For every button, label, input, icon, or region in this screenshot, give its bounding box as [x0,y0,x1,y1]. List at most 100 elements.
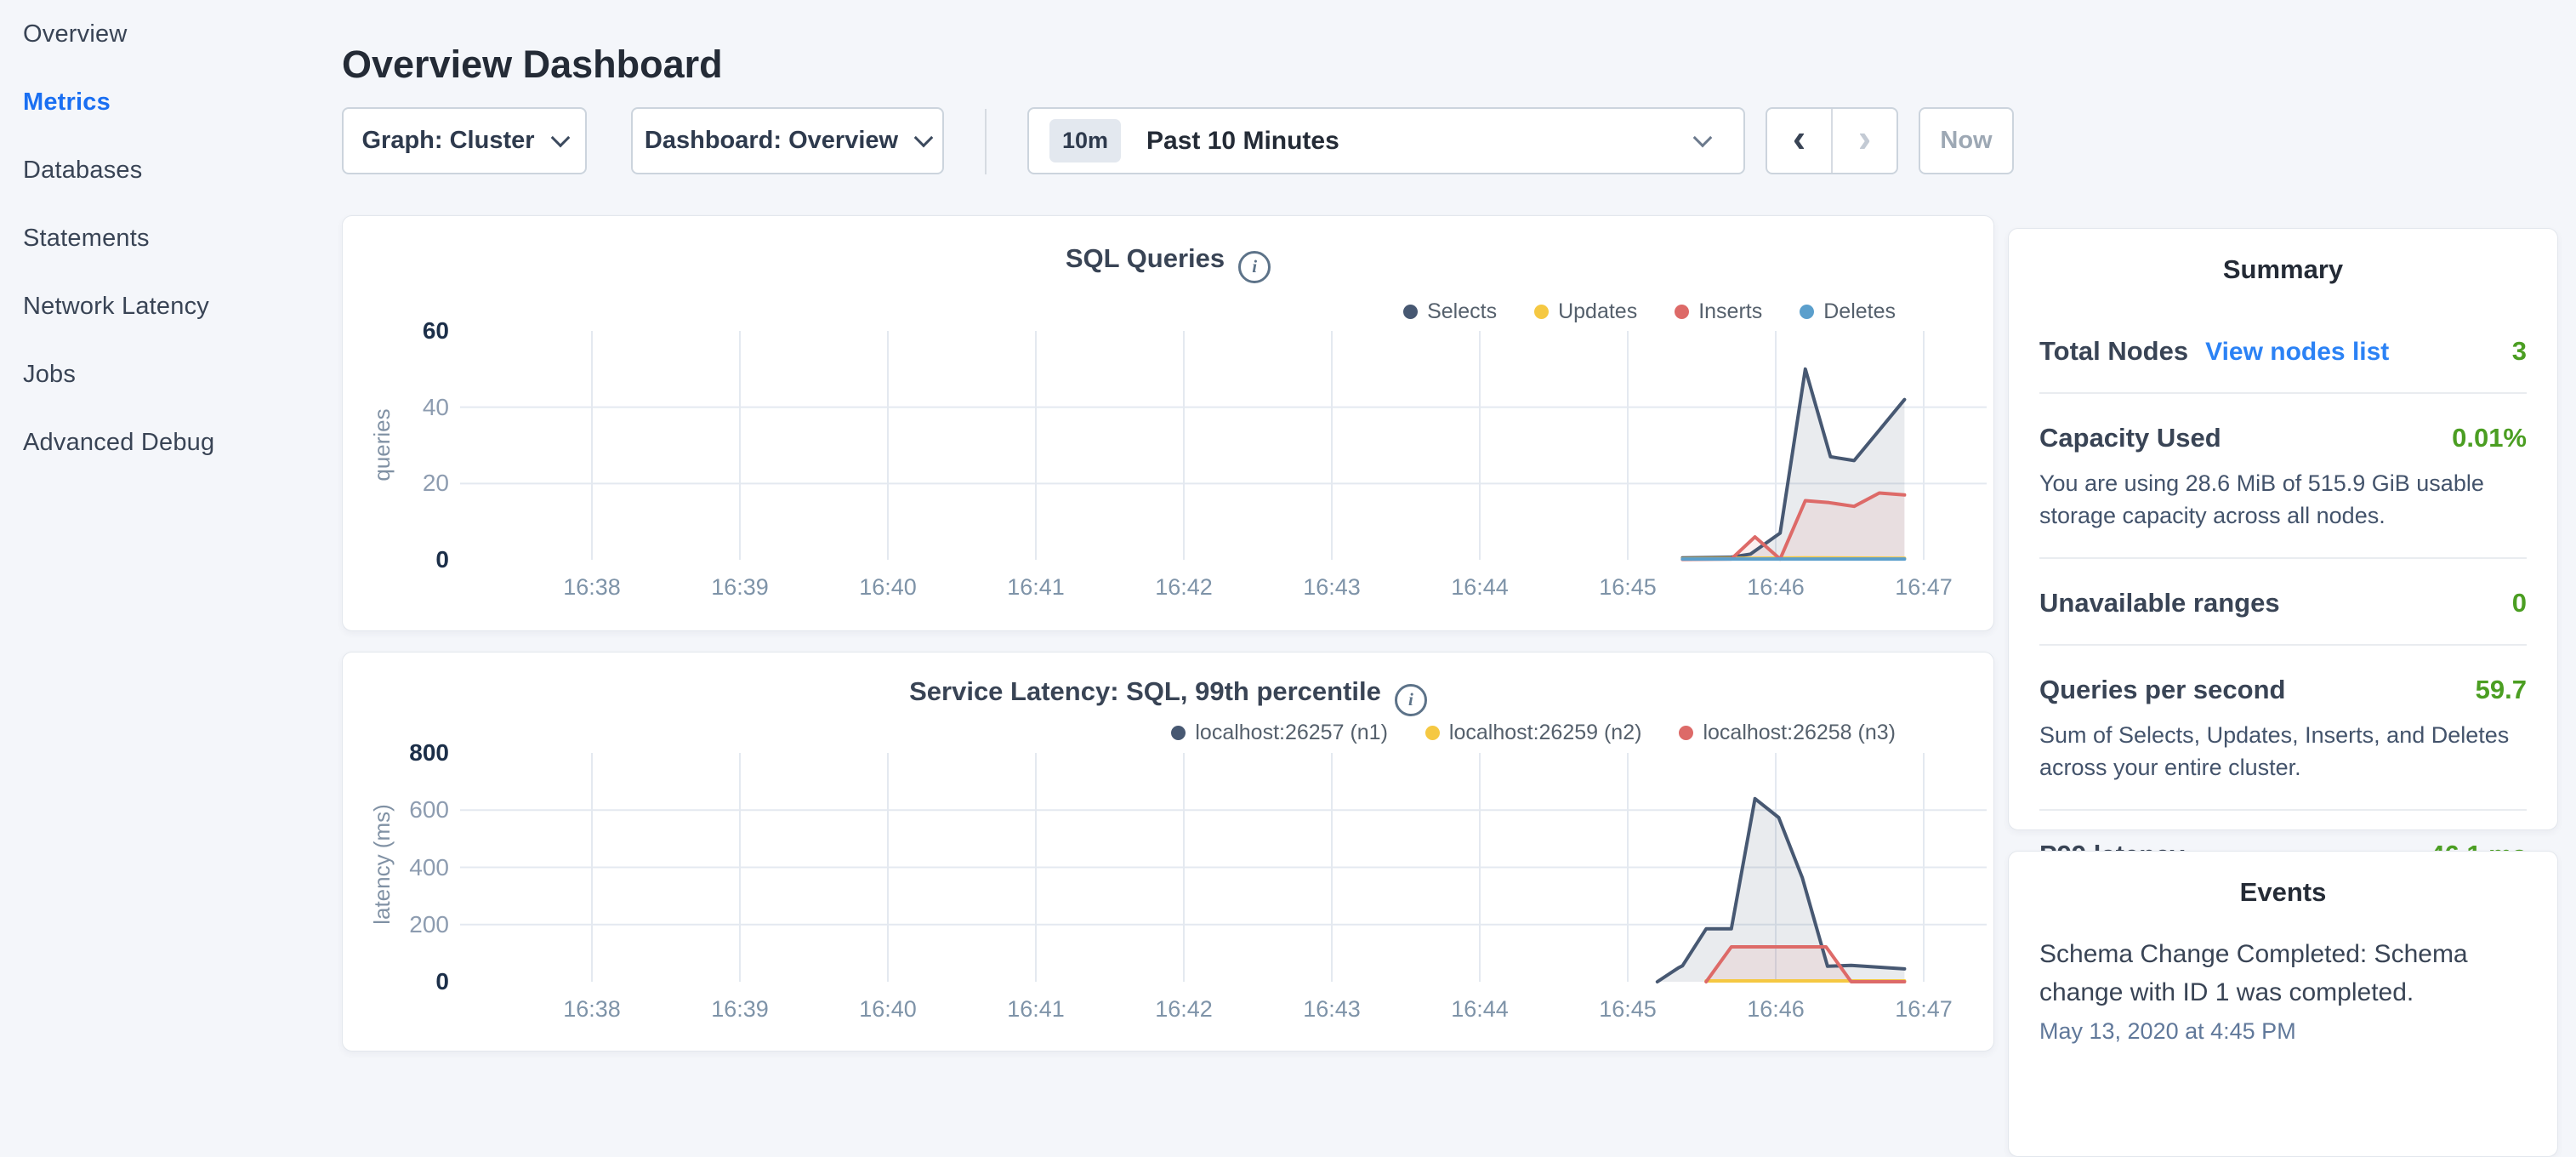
summary-panel: Summary Total Nodes View nodes list 3 Ca… [2008,228,2558,830]
legend-dot-icon [1800,305,1814,319]
legend-item-selects: Selects [1403,299,1497,324]
x-axis-tick: 16:44 [1412,573,1548,601]
chart-legend: Selects Updates Inserts Deletes [1403,299,1896,324]
service-latency-chart-card: Service Latency: SQL, 99th percentile i l… [342,652,1994,1052]
x-axis-tick: 16:47 [1856,995,1992,1023]
time-range-badge: 10m [1049,119,1121,162]
x-axis-tick: 16:41 [968,995,1104,1023]
legend-dot-icon [1171,726,1186,740]
dashboard-dropdown[interactable]: Dashboard: Overview [631,107,944,174]
x-axis-tick: 16:40 [820,995,956,1023]
sidebar-item-jobs[interactable]: Jobs [0,340,340,408]
chart-legend: localhost:26257 (n1) localhost:26259 (n2)… [1171,721,1896,745]
time-next-button[interactable]: › [1833,109,1896,173]
legend-dot-icon [1403,305,1418,319]
graph-scope-dropdown[interactable]: Graph: Cluster [342,107,587,174]
legend-item-updates: Updates [1534,299,1637,324]
legend-dot-icon [1534,305,1549,319]
summary-row-label: Total Nodes [2039,336,2188,367]
chart-title-row: SQL Queries i [343,243,1993,283]
events-panel: Events Schema Change Completed: Schema c… [2008,851,2558,1157]
legend-item-localhost-26257-n1-: localhost:26257 (n1) [1171,721,1388,745]
sql-queries-chart-card: SQL Queries i Selects Updates Inserts Delete… [342,215,1994,631]
chevron-down-icon [1693,128,1713,147]
chart-plot-area [460,749,1987,996]
chart-plot-area [460,329,1987,572]
summary-row-queries-per-second: Queries per second 59.7 Sum of Selects, … [2039,646,2527,811]
legend-label: Inserts [1698,299,1762,324]
legend-label: Selects [1427,299,1497,324]
events-title: Events [2009,877,2557,908]
x-axis-tick: 16:43 [1264,573,1400,601]
legend-label: localhost:26259 (n2) [1449,721,1642,745]
chart-title: SQL Queries [1066,243,1225,273]
x-axis-tick: 16:39 [672,995,808,1023]
sidebar-item-statements[interactable]: Statements [0,204,340,272]
time-prev-button[interactable]: ‹ [1767,109,1833,173]
view-nodes-list-link[interactable]: View nodes list [2205,338,2389,367]
y-axis-tick: 800 [361,738,449,767]
sidebar-item-advanced-debug[interactable]: Advanced Debug [0,408,340,476]
summary-row-value: 0 [2512,588,2527,618]
x-axis-tick: 16:46 [1708,573,1844,601]
info-icon[interactable]: i [1238,251,1271,283]
event-list-item: Schema Change Completed: Schema change w… [2009,935,2557,1045]
x-axis-tick: 16:47 [1856,573,1992,601]
chart-title: Service Latency: SQL, 99th percentile [909,676,1381,706]
y-axis-tick: 0 [361,545,449,574]
summary-row-capacity-used: Capacity Used 0.01% You are using 28.6 M… [2039,394,2527,559]
y-axis-tick: 200 [361,910,449,939]
y-axis-tick: 20 [361,469,449,498]
page-title: Overview Dashboard [342,43,723,87]
time-step-buttons: ‹ › [1766,107,1898,174]
chevron-down-icon [550,128,570,147]
summary-row-label: Capacity Used [2039,423,2221,453]
graph-scope-dropdown-label: Graph: Cluster [361,127,534,155]
sidebar-item-overview[interactable]: Overview [0,0,340,68]
event-message: Schema Change Completed: Schema change w… [2039,935,2527,1012]
summary-row-label: Queries per second [2039,675,2285,705]
summary-title: Summary [2009,254,2557,285]
y-axis-tick: 400 [361,853,449,882]
x-axis-tick: 16:38 [524,995,660,1023]
y-axis-tick: 60 [361,316,449,345]
event-timestamp: May 13, 2020 at 4:45 PM [2039,1018,2527,1045]
legend-item-localhost-26259-n2-: localhost:26259 (n2) [1425,721,1642,745]
summary-row-value: 3 [2512,336,2527,367]
sidebar-item-metrics[interactable]: Metrics [0,68,340,136]
summary-row-label: Unavailable ranges [2039,588,2280,618]
summary-row-unavailable-ranges: Unavailable ranges 0 [2039,559,2527,646]
x-axis-tick: 16:45 [1560,573,1696,601]
x-axis-tick: 16:41 [968,573,1104,601]
x-axis-tick: 16:42 [1116,573,1252,601]
legend-dot-icon [1679,726,1693,740]
x-axis-tick: 16:44 [1412,995,1548,1023]
now-button[interactable]: Now [1919,107,2014,174]
x-axis-tick: 16:43 [1264,995,1400,1023]
sidebar-item-network-latency[interactable]: Network Latency [0,272,340,340]
y-axis-tick: 600 [361,795,449,824]
summary-rows: Total Nodes View nodes list 3 Capacity U… [2009,307,2557,896]
summary-row-description: Sum of Selects, Updates, Inserts, and De… [2039,719,2527,784]
info-icon[interactable]: i [1395,684,1427,716]
y-axis-tick: 0 [361,967,449,996]
sidebar-item-databases[interactable]: Databases [0,136,340,204]
summary-row-total-nodes: Total Nodes View nodes list 3 [2039,307,2527,394]
legend-dot-icon [1675,305,1689,319]
x-axis-tick: 16:46 [1708,995,1844,1023]
time-range-dropdown[interactable]: 10m Past 10 Minutes [1027,107,1745,174]
controls-divider [985,109,987,174]
x-axis-tick: 16:38 [524,573,660,601]
summary-row-value: 59.7 [2476,675,2527,705]
db-console-overview-page: OverviewMetricsDatabasesStatementsNetwor… [0,0,2576,1052]
legend-label: localhost:26258 (n3) [1703,721,1896,745]
legend-label: Deletes [1823,299,1896,324]
legend-label: localhost:26257 (n1) [1195,721,1388,745]
legend-dot-icon [1425,726,1440,740]
legend-label: Updates [1558,299,1637,324]
summary-row-description: You are using 28.6 MiB of 515.9 GiB usab… [2039,467,2527,532]
chart-title-row: Service Latency: SQL, 99th percentile i [343,676,1993,716]
x-axis-tick: 16:39 [672,573,808,601]
x-axis-tick: 16:45 [1560,995,1696,1023]
y-axis-tick: 40 [361,393,449,422]
